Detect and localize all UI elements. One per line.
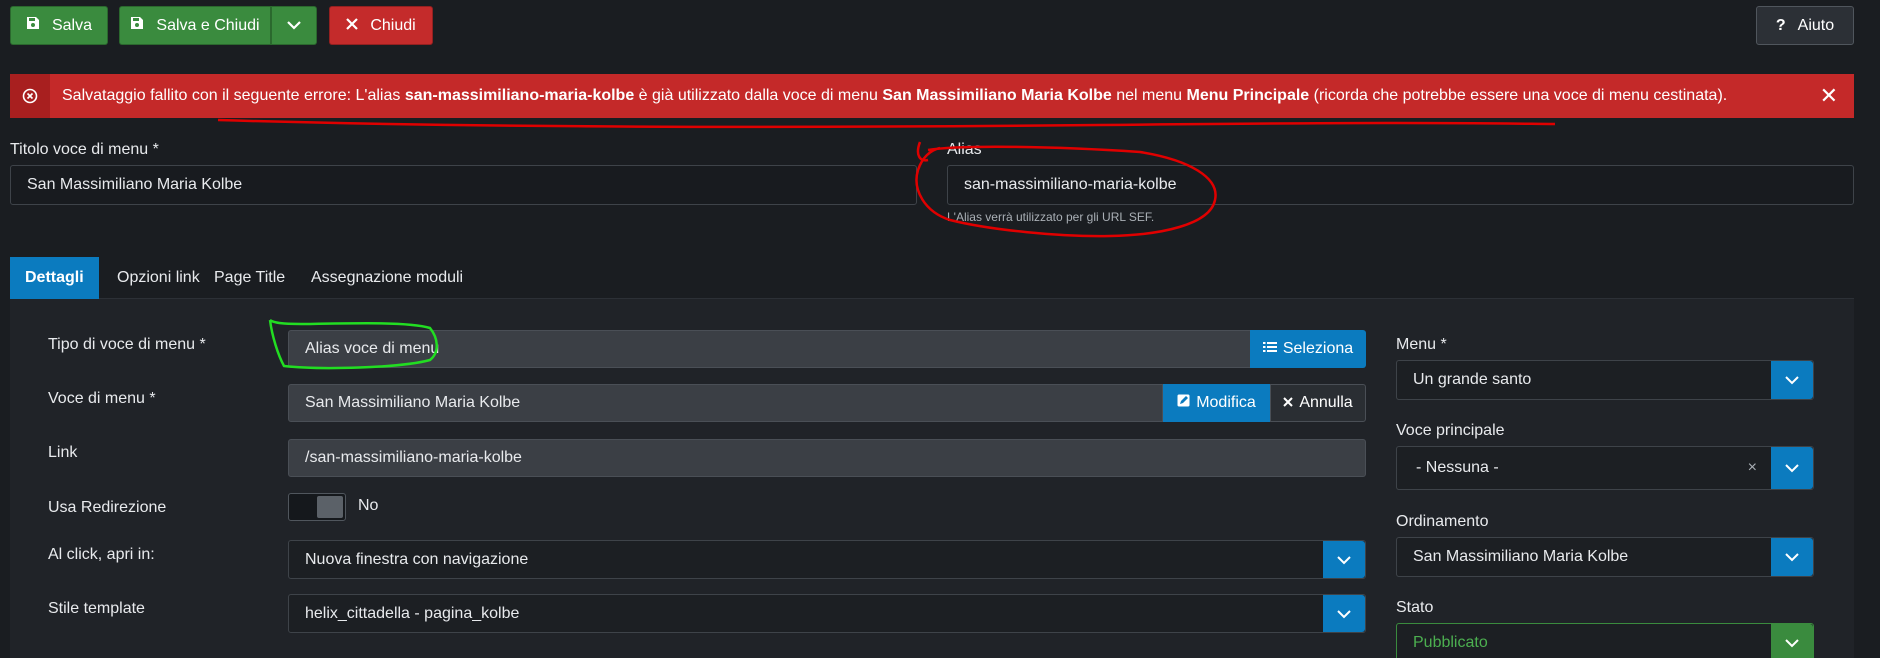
save-options-dropdown-button[interactable] <box>271 6 317 45</box>
error-alert: Salvataggio fallito con il seguente erro… <box>10 74 1854 118</box>
question-icon: ? <box>1775 16 1786 34</box>
alias-label: Alias <box>947 141 982 158</box>
tab-opzioni-link[interactable]: Opzioni link <box>102 257 215 299</box>
template-style-label: Stile template <box>48 600 145 617</box>
parent-item-select[interactable]: - Nessuna - × <box>1396 446 1814 490</box>
tab-dettagli[interactable]: Dettagli <box>10 257 99 299</box>
menu-item-label: Voce di menu * <box>48 390 156 407</box>
clear-icon[interactable]: × <box>1748 459 1757 477</box>
menu-type-input: Alias voce di menu <box>288 330 1251 368</box>
title-label: Titolo voce di menu * <box>10 141 159 158</box>
menu-label: Menu * <box>1396 336 1447 353</box>
floppy-disk-icon <box>26 16 40 35</box>
tab-bar: Dettagli Opzioni link Page Title Assegna… <box>10 257 1854 299</box>
list-icon <box>1262 340 1277 358</box>
chevron-down-icon <box>287 17 301 35</box>
error-message: Salvataggio fallito con il seguente erro… <box>62 87 1728 104</box>
template-style-select[interactable]: helix_cittadella - pagina_kolbe <box>288 594 1366 633</box>
menu-item-input: San Massimiliano Maria Kolbe <box>288 384 1163 422</box>
chevron-down-icon <box>1323 595 1365 632</box>
alias-hint: L'Alias verrà utilizzato per gli URL SEF… <box>947 210 1155 224</box>
menu-type-label: Tipo di voce di menu * <box>48 336 206 353</box>
alias-input[interactable]: san-massimiliano-maria-kolbe <box>947 165 1854 205</box>
redirect-label: Usa Redirezione <box>48 499 167 516</box>
chevron-down-icon <box>1771 447 1813 489</box>
save-and-close-button[interactable]: Salva e Chiudi <box>119 6 271 45</box>
red-underline-annotation <box>217 118 1556 129</box>
alert-close-icon[interactable]: ✕ <box>1820 83 1838 109</box>
title-input[interactable]: San Massimiliano Maria Kolbe <box>10 165 917 205</box>
close-button[interactable]: Chiudi <box>329 6 433 45</box>
save-button[interactable]: Salva <box>10 6 108 45</box>
select-menu-type-button[interactable]: Seleziona <box>1250 330 1366 368</box>
redirect-value: No <box>358 497 379 514</box>
chevron-down-icon <box>1771 624 1813 658</box>
tab-assegnazione-moduli[interactable]: Assegnazione moduli <box>296 257 478 299</box>
chevron-down-icon <box>1771 538 1813 576</box>
tab-page-title[interactable]: Page Title <box>199 257 300 299</box>
error-circle-icon <box>10 74 50 118</box>
link-input: /san-massimiliano-maria-kolbe <box>288 439 1366 477</box>
open-in-select[interactable]: Nuova finestra con navigazione <box>288 540 1366 579</box>
edit-icon <box>1177 394 1190 412</box>
ordering-label: Ordinamento <box>1396 513 1489 530</box>
status-label: Stato <box>1396 599 1434 616</box>
floppy-disk-icon <box>130 16 144 35</box>
status-select[interactable]: Pubblicato <box>1396 623 1814 658</box>
help-button[interactable]: ? Aiuto <box>1756 6 1854 45</box>
link-label: Link <box>48 444 78 461</box>
close-icon <box>1283 394 1294 412</box>
ordering-select[interactable]: San Massimiliano Maria Kolbe <box>1396 537 1814 577</box>
parent-item-label: Voce principale <box>1396 422 1505 439</box>
chevron-down-icon <box>1323 541 1365 578</box>
chevron-down-icon <box>1771 361 1813 399</box>
open-in-label: Al click, apri in: <box>48 546 155 563</box>
close-icon <box>346 17 359 35</box>
menu-select[interactable]: Un grande santo <box>1396 360 1814 400</box>
redirect-toggle[interactable] <box>288 493 346 521</box>
cancel-menu-item-button[interactable]: Annulla <box>1270 384 1366 422</box>
edit-menu-item-button[interactable]: Modifica <box>1163 384 1270 422</box>
